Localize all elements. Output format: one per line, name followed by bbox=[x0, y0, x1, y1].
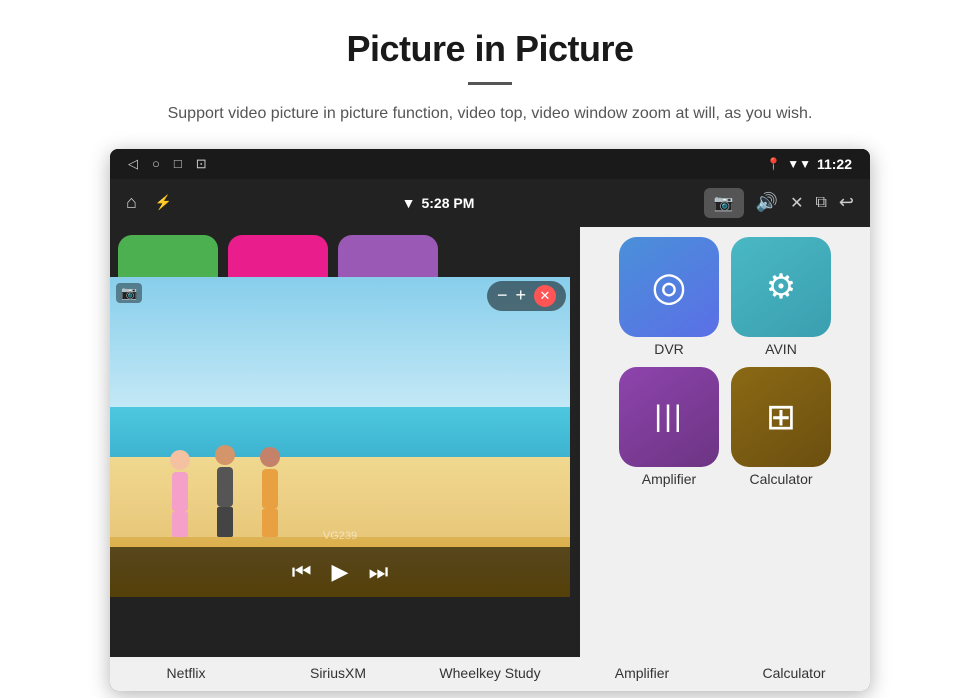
usb-icon: ⚡ bbox=[155, 194, 172, 211]
volume-icon[interactable]: 🔊 bbox=[756, 192, 778, 213]
avin-app-wrapper: ⚙ AVIN bbox=[731, 237, 831, 357]
app-row-2: ||| Amplifier ⊞ Calculator bbox=[590, 367, 860, 487]
avin-label: AVIN bbox=[765, 341, 797, 357]
amplifier-bottom-label: Amplifier bbox=[615, 665, 669, 681]
calculator-bottom-label: Calculator bbox=[762, 665, 825, 681]
calculator-app-wrapper: ⊞ Calculator bbox=[731, 367, 831, 487]
bottom-labels: Netflix SiriusXM Wheelkey Study Amplifie… bbox=[110, 657, 870, 691]
figure-1 bbox=[170, 450, 190, 537]
calculator-symbol: ⊞ bbox=[766, 396, 796, 438]
subtitle: Support video picture in picture functio… bbox=[168, 101, 813, 127]
amplifier-label: Amplifier bbox=[642, 471, 696, 487]
dvr-app-wrapper: ◎ DVR bbox=[619, 237, 719, 357]
dvr-symbol: ◎ bbox=[652, 264, 687, 310]
pip-video[interactable]: 📷 − + ✕ ⏮ ▶ ⏭ VG239 bbox=[110, 277, 570, 597]
amplifier-app-wrapper: ||| Amplifier bbox=[619, 367, 719, 487]
status-time: 11:22 bbox=[817, 156, 852, 172]
camera-button[interactable]: 📷 bbox=[704, 188, 744, 218]
pip-close-button[interactable]: ✕ bbox=[534, 285, 556, 307]
calculator-label: Calculator bbox=[749, 471, 812, 487]
calculator-label-item: Calculator bbox=[724, 665, 864, 681]
device-frame: ◁ ○ □ ⊡ 📍 ▼▼ 11:22 ⌂ ⚡ ▼ 5:28 PM 📷 bbox=[110, 149, 870, 691]
dvr-icon[interactable]: ◎ bbox=[619, 237, 719, 337]
siriusxm-label: SiriusXM bbox=[310, 665, 366, 681]
figures bbox=[170, 445, 280, 537]
pip-plus-button[interactable]: + bbox=[515, 285, 526, 306]
forward-button[interactable]: ⏭ bbox=[368, 559, 388, 585]
app-bar-right: 📷 🔊 ✕ ⧉ ↩ bbox=[704, 188, 854, 218]
home-icon[interactable]: ⌂ bbox=[126, 192, 137, 213]
siriusxm-label-item: SiriusXM bbox=[268, 665, 408, 681]
back-nav-icon[interactable]: ◁ bbox=[128, 156, 138, 172]
pip-minus-button[interactable]: − bbox=[497, 285, 508, 306]
screenshot-nav-icon[interactable]: ⊡ bbox=[196, 156, 207, 172]
amplifier-label-item: Amplifier bbox=[572, 665, 712, 681]
wheelkey-label-item: Wheelkey Study bbox=[420, 665, 560, 681]
pip-camera-icon: 📷 bbox=[116, 283, 142, 303]
play-button[interactable]: ▶ bbox=[332, 559, 349, 585]
close-pip-icon[interactable]: ✕ bbox=[790, 193, 803, 213]
figure-2 bbox=[215, 445, 235, 537]
app-row-1: ◎ DVR ⚙ AVIN bbox=[590, 237, 860, 357]
app-back-icon[interactable]: ↩ bbox=[839, 192, 854, 213]
app-bar-left: ⌂ ⚡ bbox=[126, 192, 172, 213]
amplifier-icon[interactable]: ||| bbox=[619, 367, 719, 467]
wifi-icon: ▼▼ bbox=[787, 157, 811, 171]
status-bar-right: 📍 ▼▼ 11:22 bbox=[766, 156, 852, 172]
wifi-signal-icon: ▼ bbox=[402, 195, 416, 211]
recent-nav-icon[interactable]: □ bbox=[174, 156, 182, 171]
video-section: 📷 − + ✕ ⏮ ▶ ⏭ VG239 bbox=[110, 227, 580, 657]
rewind-button[interactable]: ⏮ bbox=[292, 559, 312, 585]
main-content: 📷 − + ✕ ⏮ ▶ ⏭ VG239 bbox=[110, 227, 870, 657]
playback-controls: ⏮ ▶ ⏭ bbox=[110, 547, 570, 597]
netflix-label: Netflix bbox=[167, 665, 206, 681]
avin-icon[interactable]: ⚙ bbox=[731, 237, 831, 337]
avin-symbol: ⚙ bbox=[766, 267, 796, 307]
page: Picture in Picture Support video picture… bbox=[0, 0, 980, 691]
location-icon: 📍 bbox=[766, 157, 781, 171]
amplifier-symbol: ||| bbox=[654, 400, 683, 434]
page-title: Picture in Picture bbox=[346, 28, 633, 70]
figure-3 bbox=[260, 447, 280, 537]
wifi-time-group: ▼ 5:28 PM bbox=[402, 195, 475, 211]
pip-overlay: 📷 − + ✕ ⏮ ▶ ⏭ VG239 bbox=[110, 277, 580, 657]
watermark: VG239 bbox=[323, 530, 357, 542]
title-divider bbox=[468, 82, 512, 85]
app-bar: ⌂ ⚡ ▼ 5:28 PM 📷 🔊 ✕ ⧉ ↩ bbox=[110, 179, 870, 227]
app-bar-time: 5:28 PM bbox=[421, 195, 474, 211]
status-bar: ◁ ○ □ ⊡ 📍 ▼▼ 11:22 bbox=[110, 149, 870, 179]
pip-controls: − + ✕ bbox=[487, 281, 566, 311]
netflix-label-item: Netflix bbox=[116, 665, 256, 681]
home-nav-icon[interactable]: ○ bbox=[152, 156, 160, 171]
nav-icons: ◁ ○ □ ⊡ bbox=[128, 156, 207, 172]
app-grid: ◎ DVR ⚙ AVIN ||| bbox=[580, 227, 870, 657]
pip-mode-icon[interactable]: ⧉ bbox=[815, 194, 826, 212]
wheelkey-label: Wheelkey Study bbox=[439, 665, 540, 681]
dvr-label: DVR bbox=[654, 341, 684, 357]
calculator-icon[interactable]: ⊞ bbox=[731, 367, 831, 467]
